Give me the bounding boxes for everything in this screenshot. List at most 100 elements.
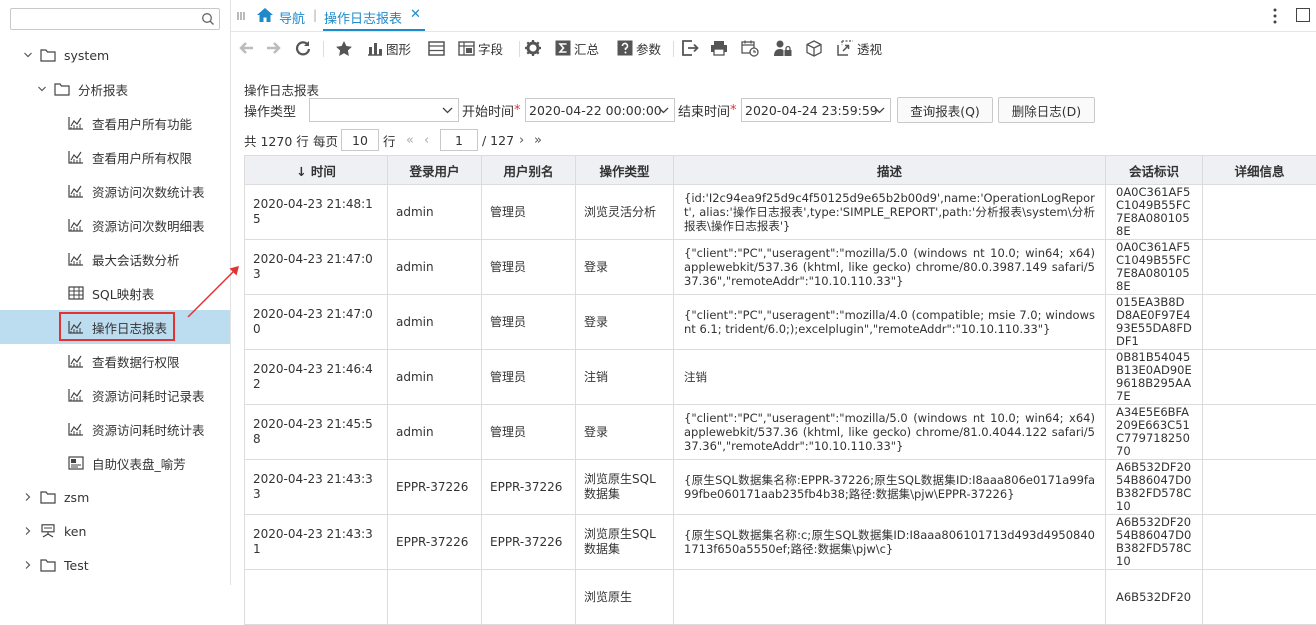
tree-node-report[interactable]: 资源访问次数统计表 bbox=[0, 174, 230, 208]
table-row[interactable]: 2020-04-23 21:46:42admin管理员注销注销0B81B5404… bbox=[245, 350, 1316, 405]
cell-time bbox=[245, 570, 388, 625]
last-page-icon[interactable]: » bbox=[534, 129, 542, 151]
highlight-box bbox=[59, 312, 175, 341]
star-icon bbox=[335, 40, 353, 57]
table-row[interactable]: 2020-04-23 21:47:03admin管理员登录{"client":"… bbox=[245, 240, 1316, 295]
cell-session: 0A0C361AF5C1049B55FC7E8A0801058E bbox=[1106, 240, 1203, 295]
print-button[interactable] bbox=[710, 37, 728, 59]
tree-node-report[interactable]: 最大会话数分析 bbox=[0, 242, 230, 276]
forward-button[interactable] bbox=[266, 37, 282, 59]
tree-node-report[interactable]: 资源访问耗时统计表 bbox=[0, 412, 230, 446]
end-time-field[interactable]: 2020-04-24 23:59:59 bbox=[741, 98, 891, 122]
tree-node-report[interactable]: 资源访问耗时记录表 bbox=[0, 378, 230, 412]
cell-details[interactable] bbox=[1203, 240, 1316, 295]
parameter-button[interactable]: 参数 bbox=[617, 37, 661, 59]
arrow-left-icon bbox=[238, 41, 254, 55]
search-icon[interactable] bbox=[201, 12, 215, 26]
cell-op-type: 浏览灵活分析 bbox=[576, 185, 674, 240]
settings-button[interactable] bbox=[525, 37, 541, 59]
column-header-op-type[interactable]: 操作类型 bbox=[576, 156, 674, 185]
tree-node-test[interactable]: Test bbox=[0, 548, 230, 582]
cell-details[interactable] bbox=[1203, 460, 1316, 515]
cell-details[interactable] bbox=[1203, 405, 1316, 460]
column-header-alias[interactable]: 用户别名 bbox=[482, 156, 576, 185]
main-panel: 导航 | 操作日志报表 ✕ 图形 字段 汇总 参数 透视 操作日志报表 操作类型… bbox=[231, 0, 1316, 585]
chevron-right-icon[interactable] bbox=[23, 526, 33, 536]
field-button[interactable]: 字段 bbox=[458, 37, 503, 59]
chevron-down-icon[interactable] bbox=[23, 50, 33, 60]
tab-operation-log-report[interactable]: 操作日志报表 bbox=[324, 8, 402, 27]
cell-details[interactable] bbox=[1203, 515, 1316, 570]
tree-node-label: 资源访问耗时记录表 bbox=[92, 386, 205, 405]
tree-node-ken[interactable]: ken bbox=[0, 514, 230, 548]
cube-button[interactable] bbox=[806, 37, 824, 59]
maximize-icon[interactable] bbox=[1296, 8, 1310, 22]
user-lock-icon bbox=[774, 40, 792, 57]
refresh-button[interactable] bbox=[295, 37, 311, 59]
tree-node-report[interactable]: 查看用户所有功能 bbox=[0, 106, 230, 140]
chart-button[interactable]: 图形 bbox=[367, 37, 411, 59]
search-input[interactable] bbox=[10, 8, 220, 30]
query-report-button[interactable]: 查询报表(Q) bbox=[897, 97, 993, 123]
summary-label: 汇总 bbox=[574, 39, 599, 58]
cell-op-type: 登录 bbox=[576, 405, 674, 460]
tree-node-report[interactable]: SQL映射表 bbox=[0, 276, 230, 310]
bar-chart-icon bbox=[367, 41, 383, 56]
next-page-icon[interactable]: › bbox=[519, 129, 524, 151]
cell-op-type: 注销 bbox=[576, 350, 674, 405]
table-row[interactable]: 2020-04-23 21:43:33EPPR-37226EPPR-37226浏… bbox=[245, 460, 1316, 515]
column-header-session[interactable]: 会话标识 bbox=[1106, 156, 1203, 185]
tree-node-system[interactable]: system bbox=[0, 38, 230, 72]
page-size-input[interactable]: 10 bbox=[341, 129, 379, 151]
arrow-right-icon bbox=[266, 41, 282, 55]
cell-details[interactable] bbox=[1203, 350, 1316, 405]
required-mark: * bbox=[730, 103, 737, 118]
op-type-select[interactable] bbox=[309, 98, 459, 122]
start-time-field[interactable]: 2020-04-22 00:00:00 bbox=[525, 98, 675, 122]
cell-session: A6B532DF2054B86047D0B382FD578C10 bbox=[1106, 460, 1203, 515]
tree-node-zsm[interactable]: zsm bbox=[0, 480, 230, 514]
tree-node-report[interactable]: 查看数据行权限 bbox=[0, 344, 230, 378]
table-view-button[interactable] bbox=[428, 37, 445, 59]
cell-details[interactable] bbox=[1203, 295, 1316, 350]
table-row[interactable]: 2020-04-23 21:47:00admin管理员登录{"client":"… bbox=[245, 295, 1316, 350]
more-vertical-icon[interactable] bbox=[1273, 8, 1277, 24]
tree-node-report[interactable]: 资源访问次数明细表 bbox=[0, 208, 230, 242]
export-button[interactable] bbox=[682, 37, 699, 59]
line-chart-icon bbox=[68, 252, 84, 266]
tab-close-icon[interactable]: ✕ bbox=[410, 7, 421, 22]
table-row[interactable]: 2020-04-23 21:43:31EPPR-37226EPPR-37226浏… bbox=[245, 515, 1316, 570]
cell-details[interactable] bbox=[1203, 570, 1316, 625]
pivot-button[interactable]: 透视 bbox=[837, 37, 882, 59]
prev-page-icon[interactable]: ‹ bbox=[424, 129, 429, 151]
summary-button[interactable]: 汇总 bbox=[555, 37, 599, 59]
chevron-right-icon[interactable] bbox=[23, 492, 33, 502]
back-button[interactable] bbox=[238, 37, 254, 59]
schedule-button[interactable] bbox=[741, 37, 759, 59]
column-header-details[interactable]: 详细信息 bbox=[1203, 156, 1316, 185]
table-row[interactable]: 浏览原生A6B532DF20 bbox=[245, 570, 1316, 625]
parameter-label: 参数 bbox=[636, 39, 661, 58]
table-row[interactable]: 2020-04-23 21:48:15admin管理员浏览灵活分析{id:'I2… bbox=[245, 185, 1316, 240]
chevron-right-icon[interactable] bbox=[23, 560, 33, 570]
tree-node-analysis-reports[interactable]: 分析报表 bbox=[0, 72, 230, 106]
table-row[interactable]: 2020-04-23 21:45:58admin管理员登录{"client":"… bbox=[245, 405, 1316, 460]
permission-button[interactable] bbox=[774, 37, 792, 59]
collapse-sidebar-icon[interactable] bbox=[237, 11, 245, 21]
delete-log-button[interactable]: 删除日志(D) bbox=[998, 97, 1095, 123]
favorite-button[interactable] bbox=[335, 37, 353, 59]
column-header-description[interactable]: 描述 bbox=[674, 156, 1106, 185]
printer-icon bbox=[710, 40, 728, 56]
end-time-value: 2020-04-24 23:59:59 bbox=[745, 103, 878, 118]
tree-node-dashboard[interactable]: 自助仪表盘_喻芳 bbox=[0, 446, 230, 480]
cell-details[interactable] bbox=[1203, 185, 1316, 240]
tab-home[interactable]: 导航 bbox=[279, 8, 305, 27]
page-number-input[interactable]: 1 bbox=[440, 129, 478, 151]
chevron-down-icon[interactable] bbox=[37, 84, 47, 94]
column-header-time[interactable]: ↓ 时间 bbox=[245, 156, 388, 185]
tree-node-report[interactable]: 查看用户所有权限 bbox=[0, 140, 230, 174]
home-icon[interactable] bbox=[256, 7, 274, 23]
first-page-icon[interactable]: « bbox=[406, 129, 414, 151]
table-icon bbox=[428, 41, 445, 56]
column-header-user[interactable]: 登录用户 bbox=[388, 156, 482, 185]
